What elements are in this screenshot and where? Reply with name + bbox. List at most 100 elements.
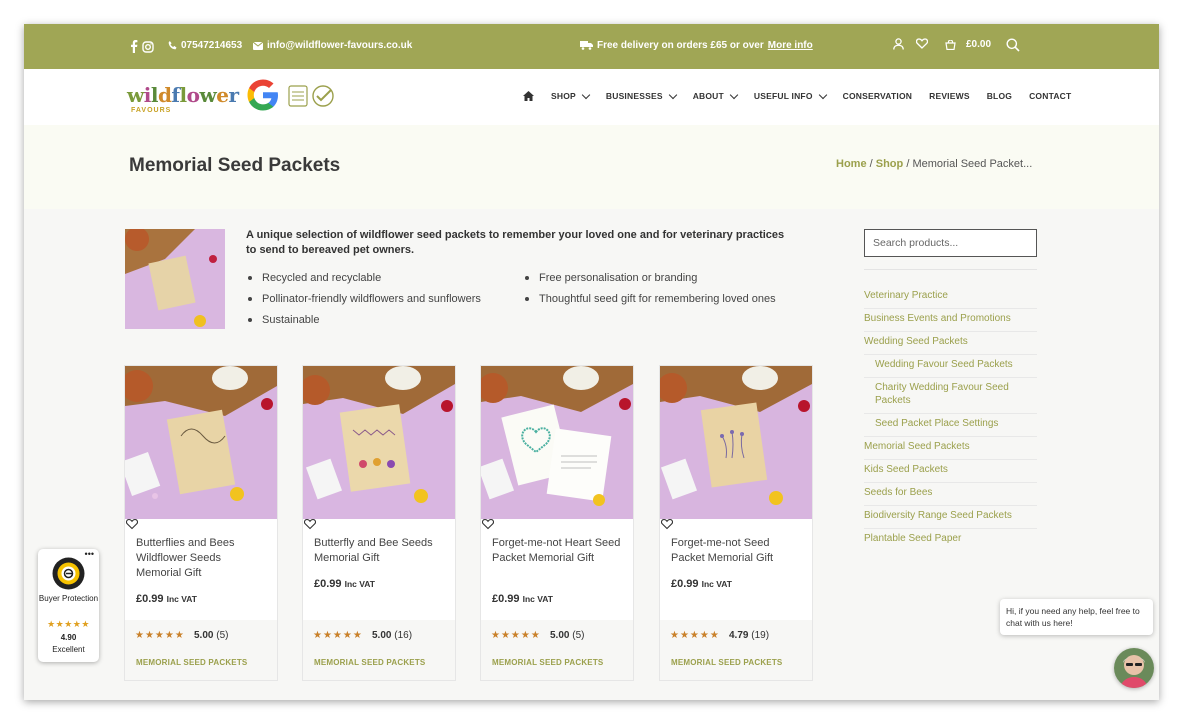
divider bbox=[864, 269, 1037, 270]
product-name[interactable]: Butterfly and Bee Seeds Memorial Gift bbox=[314, 536, 444, 566]
price-value: £0.99 bbox=[314, 578, 342, 590]
chevron-down-icon bbox=[668, 90, 677, 99]
rating-text: 5.00 (5) bbox=[194, 630, 228, 641]
cart-icon bbox=[945, 39, 956, 50]
nav-reviews[interactable]: REVIEWS bbox=[929, 91, 970, 101]
email-address: info@wildflower-favours.co.uk bbox=[267, 40, 413, 51]
review-count: (5) bbox=[216, 630, 229, 641]
search-button[interactable] bbox=[1006, 38, 1020, 52]
heart-icon[interactable] bbox=[126, 518, 138, 530]
sidebar-item-biodiversity[interactable]: Biodiversity Range Seed Packets bbox=[864, 506, 1037, 529]
chat-message[interactable]: Hi, if you need any help, feel free to c… bbox=[1000, 599, 1153, 635]
product-image[interactable] bbox=[303, 366, 455, 519]
product-footer: ★★★★★ 4.79 (19) MEMORIAL SEED PACKETS bbox=[660, 620, 812, 680]
product-image[interactable] bbox=[125, 366, 277, 519]
site-logo[interactable]: wildflower FAVOURS bbox=[127, 79, 239, 115]
chevron-down-icon bbox=[818, 90, 827, 99]
feature-list-left: Recycled and recyclable Pollinator-frien… bbox=[246, 270, 516, 333]
price-value: £0.99 bbox=[671, 578, 699, 590]
product-name[interactable]: Forget-me-not Seed Packet Memorial Gift bbox=[671, 536, 801, 566]
category-image bbox=[125, 229, 225, 329]
price-vat: Inc VAT bbox=[701, 579, 732, 589]
product-name[interactable]: Butterflies and Bees Wildflower Seeds Me… bbox=[136, 536, 266, 581]
breadcrumb-current: Memorial Seed Packet... bbox=[912, 158, 1033, 170]
breadcrumb-shop[interactable]: Shop bbox=[876, 158, 904, 170]
email-link[interactable]: info@wildflower-favours.co.uk bbox=[253, 40, 412, 51]
sidebar-item-seeds-for-bees[interactable]: Seeds for Bees bbox=[864, 483, 1037, 506]
heart-icon[interactable] bbox=[661, 518, 673, 530]
product-image[interactable] bbox=[660, 366, 812, 519]
badge-menu-icon[interactable]: ••• bbox=[85, 549, 94, 559]
user-icon bbox=[893, 38, 904, 50]
nav-shop[interactable]: SHOP bbox=[551, 90, 591, 101]
rating-value: 5.00 bbox=[372, 630, 392, 641]
sidebar-item-wedding-seed-packets[interactable]: Wedding Seed Packets bbox=[864, 332, 1037, 355]
product-image[interactable] bbox=[481, 366, 633, 519]
sidebar-item-place-settings[interactable]: Seed Packet Place Settings bbox=[864, 414, 1037, 437]
sidebar-item-business-events[interactable]: Business Events and Promotions bbox=[864, 309, 1037, 332]
list-item: Free personalisation or branding bbox=[523, 270, 783, 286]
sidebar-item-kids[interactable]: Kids Seed Packets bbox=[864, 460, 1037, 483]
product-category-link[interactable]: MEMORIAL SEED PACKETS bbox=[136, 658, 247, 667]
breadcrumb-separator: / bbox=[869, 158, 873, 170]
sidebar-item-wedding-favour[interactable]: Wedding Favour Seed Packets bbox=[864, 355, 1037, 378]
product-category-link[interactable]: MEMORIAL SEED PACKETS bbox=[492, 658, 603, 667]
nav-businesses-label: BUSINESSES bbox=[605, 91, 663, 101]
phone-link[interactable]: 07547214653 bbox=[168, 40, 242, 51]
account-button[interactable] bbox=[893, 38, 904, 50]
heart-icon[interactable] bbox=[482, 518, 494, 530]
product-price: £0.99 Inc VAT bbox=[314, 578, 375, 590]
category-list: Veterinary Practice Business Events and … bbox=[864, 286, 1037, 551]
rating-text: 5.00 (16) bbox=[372, 630, 412, 641]
plastic-free-badge-icon bbox=[288, 85, 334, 107]
trust-score: 4.90 bbox=[60, 633, 77, 642]
product-footer: ★★★★★ 5.00 (5) MEMORIAL SEED PACKETS bbox=[125, 620, 277, 680]
sidebar-item-memorial[interactable]: Memorial Seed Packets bbox=[864, 437, 1037, 460]
phone-number: 07547214653 bbox=[181, 40, 243, 51]
trusted-shops-badge[interactable]: ••• Buyer Protection ★★★★★ 4.90 Excellen… bbox=[38, 549, 99, 662]
buyer-protection-label: Buyer Protection bbox=[38, 594, 99, 603]
star-rating-icon: ★★★★★ bbox=[670, 630, 720, 641]
product-card[interactable]: Forget-me-not Seed Packet Memorial Gift … bbox=[659, 365, 813, 681]
nav-useful-info[interactable]: USEFUL INFO bbox=[754, 90, 827, 101]
trust-grade: Excellent bbox=[52, 645, 85, 654]
nav-businesses[interactable]: BUSINESSES bbox=[605, 90, 677, 101]
product-category-link[interactable]: MEMORIAL SEED PACKETS bbox=[314, 658, 425, 667]
nav-blog[interactable]: BLOG bbox=[987, 91, 1012, 101]
chat-avatar[interactable] bbox=[1114, 648, 1154, 688]
cart-button[interactable]: £0.00 bbox=[945, 39, 991, 50]
delivery-text: Free delivery on orders £65 or over bbox=[597, 40, 764, 51]
social-links bbox=[130, 40, 154, 53]
cart-total: £0.00 bbox=[966, 39, 992, 50]
search-icon bbox=[1006, 38, 1020, 52]
wishlist-button[interactable] bbox=[916, 38, 928, 49]
nav-about[interactable]: ABOUT bbox=[693, 90, 739, 101]
product-name[interactable]: Forget-me-not Heart Seed Packet Memorial… bbox=[492, 536, 622, 566]
sidebar-item-plantable-seed-paper[interactable]: Plantable Seed Paper bbox=[864, 529, 1037, 551]
page-title-band: Memorial Seed Packets Home / Shop / Memo… bbox=[24, 125, 1159, 209]
instagram-icon[interactable] bbox=[142, 40, 154, 53]
facebook-icon[interactable] bbox=[130, 40, 138, 53]
nav-home[interactable] bbox=[523, 91, 534, 101]
page-title: Memorial Seed Packets bbox=[129, 155, 341, 176]
breadcrumb-home[interactable]: Home bbox=[836, 158, 867, 170]
product-card[interactable]: Butterflies and Bees Wildflower Seeds Me… bbox=[124, 365, 278, 681]
product-footer: ★★★★★ 5.00 (5) MEMORIAL SEED PACKETS bbox=[481, 620, 633, 680]
nav-contact[interactable]: CONTACT bbox=[1029, 91, 1071, 101]
product-card[interactable]: Forget-me-not Heart Seed Packet Memorial… bbox=[480, 365, 634, 681]
sidebar-item-veterinary-practice[interactable]: Veterinary Practice bbox=[864, 286, 1037, 309]
product-category-link[interactable]: MEMORIAL SEED PACKETS bbox=[671, 658, 782, 667]
rating-text: 4.79 (19) bbox=[729, 630, 769, 641]
list-item: Sustainable bbox=[246, 312, 516, 328]
list-item: Pollinator-friendly wildflowers and sunf… bbox=[246, 291, 516, 307]
product-card[interactable]: Butterfly and Bee Seeds Memorial Gift £0… bbox=[302, 365, 456, 681]
star-rating-icon: ★★★★★ bbox=[135, 630, 185, 641]
rating-value: 5.00 bbox=[194, 630, 214, 641]
sidebar-item-charity-wedding-favour[interactable]: Charity Wedding Favour Seed Packets bbox=[864, 378, 1037, 414]
breadcrumb: Home / Shop / Memorial Seed Packet... bbox=[836, 158, 1032, 170]
review-count: (16) bbox=[394, 630, 413, 641]
search-input[interactable]: Search products... bbox=[864, 229, 1037, 257]
nav-conservation[interactable]: CONSERVATION bbox=[843, 91, 912, 101]
more-info-link[interactable]: More info bbox=[768, 40, 813, 51]
heart-icon[interactable] bbox=[304, 518, 316, 530]
